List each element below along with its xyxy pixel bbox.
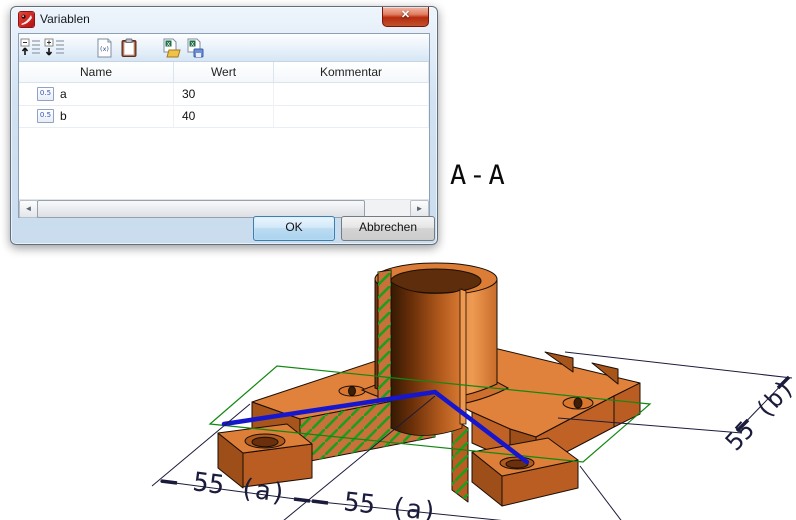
dialog-toolbar: (x) X X	[19, 34, 429, 62]
excel-import-icon[interactable]: X	[159, 36, 183, 60]
table-row[interactable]: 0.5 b 40	[19, 105, 429, 128]
variable-row-icon: 0.5	[37, 87, 54, 101]
column-header-name[interactable]: Name	[19, 62, 174, 82]
excel-export-icon[interactable]: X	[183, 36, 207, 60]
collapse-rows-icon[interactable]	[19, 36, 43, 60]
close-button[interactable]: ✕	[382, 7, 429, 27]
variable-value[interactable]: 30	[174, 83, 274, 105]
dialog-titlebar[interactable]: Variablen	[11, 7, 437, 31]
scroll-left-arrow[interactable]: ◄	[19, 200, 38, 218]
variable-name: b	[60, 109, 67, 123]
column-header-comment[interactable]: Kommentar	[274, 62, 429, 82]
rear-hole-left	[348, 386, 356, 396]
dialog-title: Variablen	[40, 12, 90, 26]
horizontal-scrollbar[interactable]: ◄ ►	[19, 199, 429, 218]
variable-row-icon: 0.5	[37, 109, 54, 123]
expand-rows-icon[interactable]	[43, 36, 67, 60]
svg-text:X: X	[167, 41, 171, 47]
left-lug-hole-bore	[251, 436, 279, 448]
svg-text:X: X	[191, 41, 195, 47]
dialog-client-area: (x) X X Name Wert Kommentar 0.5 a 30 0.5…	[18, 33, 430, 218]
dim-text-a2: 55 (a)	[342, 487, 439, 520]
variable-file-icon[interactable]: (x)	[93, 36, 117, 60]
app-icon	[19, 11, 34, 27]
table-row[interactable]: 0.5 a 30	[19, 83, 429, 106]
svg-text:(x): (x)	[100, 45, 109, 53]
section-label: A-A	[450, 160, 508, 191]
rear-hole-right	[573, 397, 583, 409]
ext-line-right	[579, 465, 622, 520]
variable-comment[interactable]	[274, 83, 429, 105]
table-header: Name Wert Kommentar	[19, 62, 429, 83]
cylinder-cut-edge-right	[459, 288, 467, 425]
variables-dialog: Variablen ✕ (x) X X Name Wert Kommentar …	[10, 6, 438, 245]
clipboard-icon[interactable]	[117, 36, 141, 60]
cylinder-inner-wall	[390, 281, 463, 436]
variable-name: a	[60, 87, 67, 101]
ok-button[interactable]: OK	[253, 216, 335, 241]
cancel-button[interactable]: Abbrechen	[341, 216, 435, 241]
variable-comment[interactable]	[274, 105, 429, 127]
dim-text-b: 55 (b)	[720, 374, 796, 457]
column-header-value[interactable]: Wert	[174, 62, 274, 82]
variable-value[interactable]: 40	[174, 105, 274, 127]
